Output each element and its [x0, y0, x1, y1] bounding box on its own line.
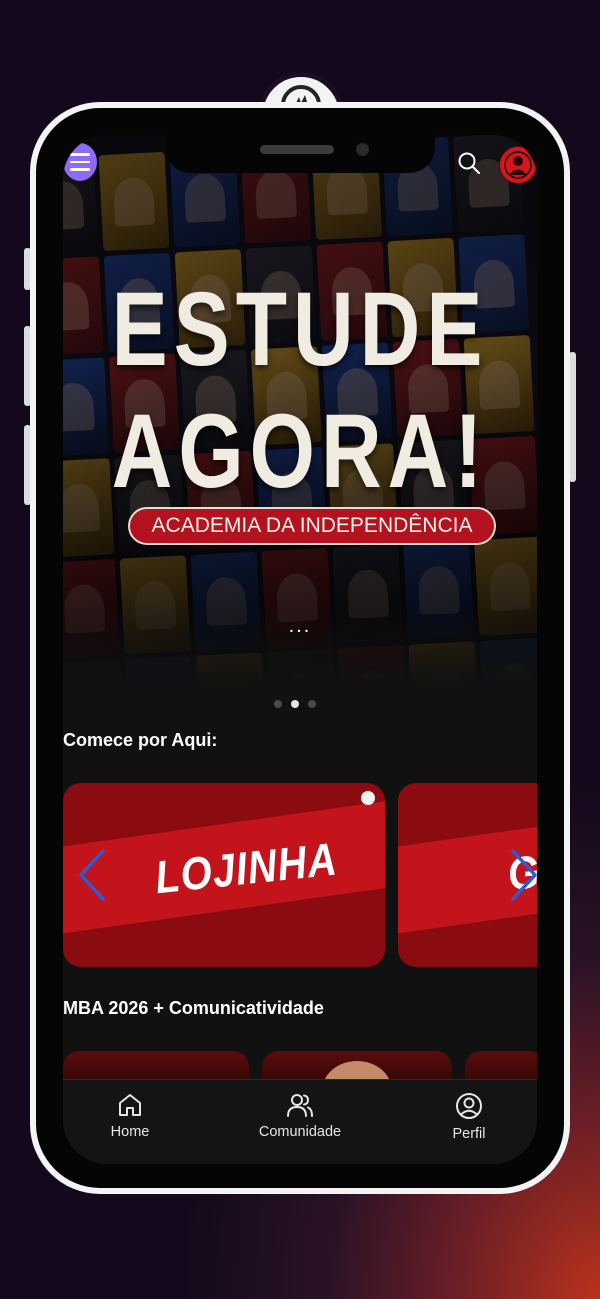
carousel-pagination[interactable] — [274, 700, 316, 708]
home-icon — [119, 1094, 141, 1116]
hamburger-menu-icon[interactable] — [63, 143, 97, 181]
profile-icon — [456, 1093, 482, 1119]
hero-banner[interactable]: ESTUDE AGORA! ACADEMIA DA INDEPENDÊNCIA … — [63, 135, 537, 685]
app-screen: ESTUDE AGORA! ACADEMIA DA INDEPENDÊNCIA … — [63, 135, 537, 1164]
phone-side-button — [569, 352, 576, 482]
course-card-lojinha[interactable]: LOJINHA — [63, 783, 385, 967]
hero-subtitle-badge: ACADEMIA DA INDEPENDÊNCIA — [128, 507, 496, 545]
hero-title-line2: AGORA! — [111, 392, 489, 510]
bottom-tab-bar: Home Comunidade Perfil — [63, 1079, 537, 1164]
phone-notch — [165, 135, 435, 173]
tab-perfil-label: Perfil — [452, 1126, 486, 1142]
section-title-mba: MBA 2026 + Comunicatividade — [63, 998, 324, 1018]
section-title-comece: Comece por Aqui: — [63, 730, 218, 750]
tab-home[interactable]: Home — [99, 1092, 161, 1140]
carousel-dot-active[interactable] — [291, 700, 299, 708]
hero-title-line1: ESTUDE — [111, 270, 489, 388]
hero-subtitle: ACADEMIA DA INDEPENDÊNCIA — [151, 514, 473, 537]
tab-home-label: Home — [110, 1124, 150, 1140]
carousel-prev-arrow-icon[interactable] — [77, 847, 107, 908]
hero-more-indicator[interactable]: ... — [63, 615, 537, 638]
users-icon — [287, 1094, 313, 1117]
tab-comunidade[interactable]: Comunidade — [245, 1092, 355, 1140]
tab-perfil[interactable]: Perfil — [439, 1092, 499, 1142]
carousel-dot[interactable] — [274, 700, 282, 708]
carousel-next-arrow-icon[interactable] — [509, 847, 537, 908]
carousel-dot[interactable] — [308, 700, 316, 708]
tab-comunidade-label: Comunidade — [258, 1124, 342, 1140]
search-icon[interactable] — [457, 151, 481, 180]
card-badge-icon — [361, 791, 375, 805]
user-avatar-icon[interactable] — [499, 146, 537, 184]
